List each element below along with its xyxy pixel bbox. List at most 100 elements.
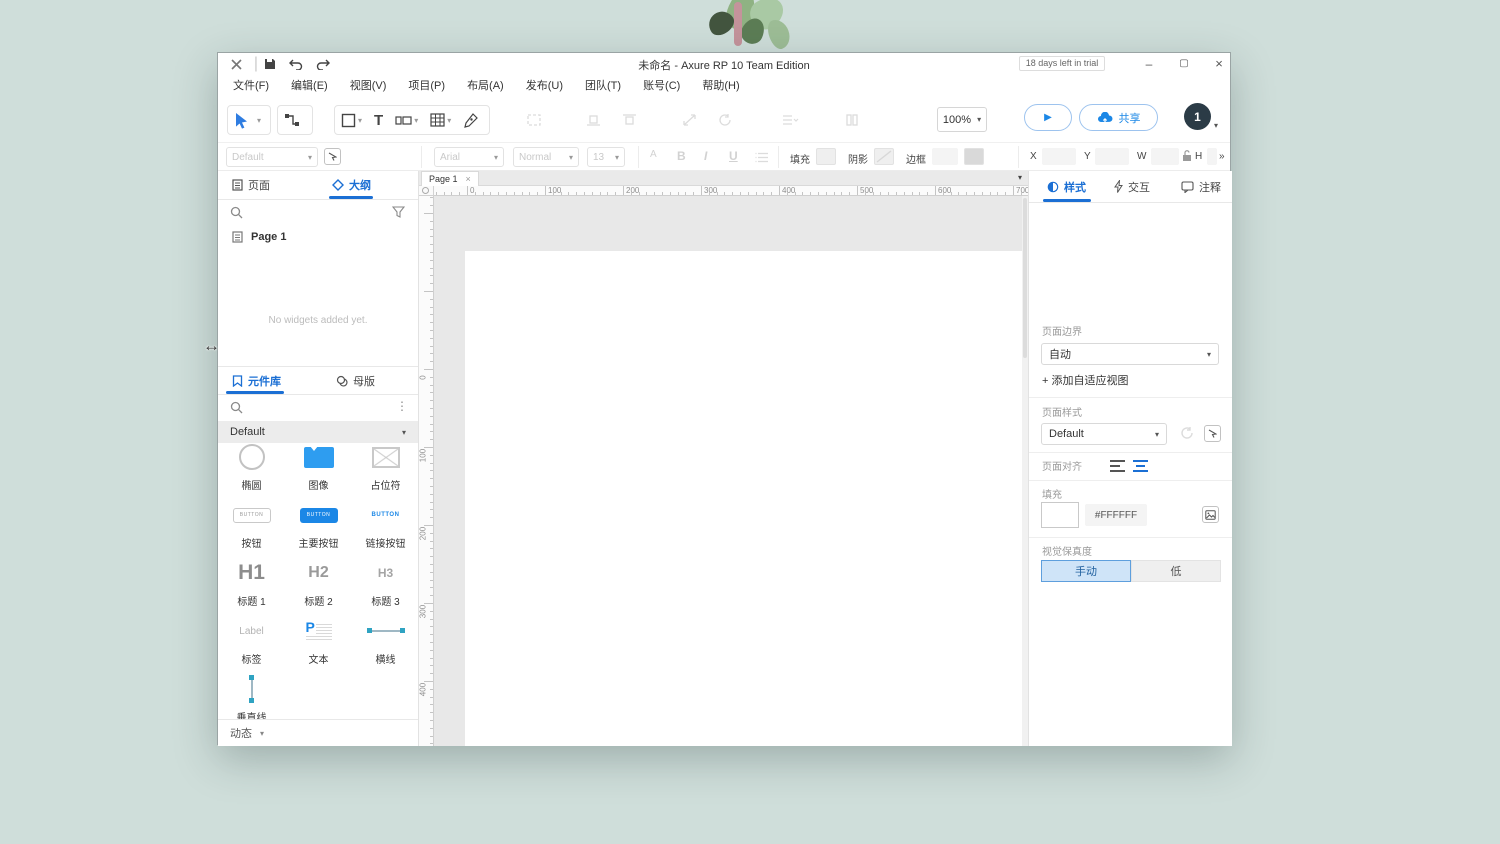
tab-interactions[interactable]: 交互 [1114, 171, 1150, 202]
text-tool[interactable]: T [368, 106, 389, 134]
filter-icon[interactable] [392, 206, 405, 218]
widget-primary-button[interactable]: BUTTON主要按钮 [285, 501, 352, 550]
tab-pages[interactable]: 页面 [232, 171, 270, 199]
menu-item-2[interactable]: 视图(V) [339, 75, 398, 97]
menu-item-7[interactable]: 账号(C) [632, 75, 691, 97]
library-select[interactable]: Default ▾ [218, 421, 418, 443]
page-size-select[interactable]: 自动 ▾ [1041, 343, 1219, 365]
shadow-swatch[interactable] [874, 148, 894, 165]
canvas-area[interactable]: Page 1 × ▾ 0100200300400500600700 010020… [419, 171, 1028, 746]
maximize-button[interactable]: ▢ [1173, 55, 1195, 73]
widget-image[interactable]: 图像 [285, 443, 352, 492]
avatar-caret-icon[interactable]: ▾ [1214, 121, 1218, 130]
h3-widget-icon: H3 [378, 559, 393, 587]
manage-page-styles-button[interactable] [1204, 425, 1221, 442]
widget-vline[interactable]: 垂直线 [218, 675, 285, 724]
widget-style-select[interactable]: Default▾ [226, 147, 318, 167]
zoom-select[interactable]: 100% ▾ [937, 107, 987, 132]
background-image-button[interactable] [1202, 506, 1219, 523]
more-icon[interactable]: ⋮ [396, 399, 408, 413]
y-field[interactable] [1095, 148, 1129, 165]
align-page-center-icon[interactable] [1133, 460, 1148, 472]
tab-list-caret-icon[interactable]: ▾ [1018, 173, 1022, 182]
tab-close-icon[interactable]: × [466, 174, 471, 184]
menu-item-8[interactable]: 帮助(H) [691, 75, 750, 97]
page-style-select[interactable]: Default ▾ [1041, 423, 1167, 445]
placeholder-tool[interactable]: ▾ [389, 106, 424, 134]
primary-button-widget-icon: BUTTON [300, 501, 338, 529]
widget-placeholder[interactable]: 占位符 [352, 443, 419, 492]
search-icon[interactable] [230, 401, 243, 414]
widget-label[interactable]: Label标签 [218, 617, 285, 666]
page-canvas[interactable] [465, 251, 1028, 746]
menu-bar: 文件(F)编辑(E)视图(V)项目(P)布局(A)发布(U)团队(T)账号(C)… [222, 75, 751, 97]
widget-link-button[interactable]: BUTTON链接按钮 [352, 501, 419, 550]
share-button[interactable]: 共享 [1079, 104, 1158, 131]
widget-h1[interactable]: H1标题 1 [218, 559, 285, 608]
pen-tool[interactable] [457, 106, 485, 134]
tab-outline[interactable]: 大纲 [332, 171, 371, 199]
group-icon [526, 113, 542, 127]
font-color-icon[interactable]: A [650, 149, 657, 160]
menu-item-3[interactable]: 项目(P) [397, 75, 456, 97]
avatar[interactable]: 1 [1184, 103, 1211, 130]
widget-paragraph[interactable]: P文本 [285, 617, 352, 666]
close-button[interactable]: × [1208, 55, 1230, 73]
menu-item-5[interactable]: 发布(U) [515, 75, 574, 97]
dynamic-section-toggle[interactable]: 动态 ▾ [218, 719, 418, 746]
title-bar: | 未命名 - Axure RP 10 Team Edition 18 days… [218, 53, 1230, 75]
menu-item-0[interactable]: 文件(F) [222, 75, 280, 97]
menu-item-4[interactable]: 布局(A) [456, 75, 515, 97]
fidelity-low-button[interactable]: 低 [1131, 560, 1221, 582]
list-button[interactable] [755, 152, 769, 163]
fill-swatch[interactable] [816, 148, 836, 165]
widget-ellipse[interactable]: 椭圆 [218, 443, 285, 492]
widget-h3[interactable]: H3标题 3 [352, 559, 419, 608]
align-page-left-icon[interactable] [1110, 460, 1125, 472]
add-adaptive-view-link[interactable]: + 添加自适应视图 [1042, 372, 1128, 388]
empty-outline-note: No widgets added yet. [218, 315, 418, 326]
page-tab[interactable]: Page 1 × [421, 171, 479, 186]
italic-button[interactable]: I [704, 149, 707, 163]
lock-icon[interactable] [1182, 150, 1192, 162]
rectangle-tool[interactable]: ▾ [335, 106, 368, 134]
select-tool[interactable]: ▾ [227, 105, 271, 135]
search-icon[interactable] [230, 206, 243, 219]
x-field[interactable] [1042, 148, 1076, 165]
tab-style[interactable]: 样式 [1047, 171, 1086, 202]
masters-icon [336, 375, 348, 387]
cloud-upload-icon [1097, 112, 1113, 124]
fidelity-manual-button[interactable]: 手动 [1041, 560, 1131, 582]
font-weight-select[interactable]: Normal▾ [513, 147, 579, 167]
connector-tool[interactable] [277, 105, 313, 135]
border-color-swatch[interactable] [964, 148, 984, 165]
font-family-select[interactable]: Arial▾ [434, 147, 504, 167]
font-size-select[interactable]: 13▾ [587, 147, 625, 167]
image-widget-icon [304, 443, 334, 471]
minimize-button[interactable]: – [1138, 55, 1160, 73]
table-tool[interactable]: ▾ [424, 106, 457, 134]
h-field[interactable] [1207, 148, 1217, 165]
manage-styles-button[interactable] [324, 148, 341, 165]
w-field[interactable] [1151, 148, 1179, 165]
tab-notes[interactable]: 注释 [1181, 171, 1221, 202]
cursor-icon [228, 106, 255, 134]
preview-button[interactable]: ▶ [1024, 104, 1072, 131]
border-width-field[interactable] [932, 148, 958, 165]
more-format-options[interactable]: » [1219, 151, 1225, 162]
transform-icon [682, 113, 697, 127]
page-fill-hex-field[interactable]: #FFFFFF [1085, 504, 1147, 526]
menu-item-1[interactable]: 编辑(E) [280, 75, 339, 97]
underline-button[interactable]: U [729, 149, 738, 163]
bold-button[interactable]: B [677, 149, 686, 163]
page-fill-swatch[interactable] [1041, 502, 1079, 528]
widget-hline[interactable]: 横线 [352, 617, 419, 666]
widget-h2[interactable]: H2标题 2 [285, 559, 352, 608]
pages-outline-tabs: 页面 大纲 [218, 171, 418, 200]
widget-button[interactable]: BUTTON按钮 [218, 501, 285, 550]
outline-page-item[interactable]: Page 1 [218, 225, 418, 249]
menu-item-6[interactable]: 团队(T) [574, 75, 632, 97]
right-panel: 样式 交互 注释 页面边界 自动 ▾ + 添加自适应视图 页面样式 Defaul… [1028, 171, 1232, 746]
button-widget-icon: BUTTON [233, 501, 271, 529]
tab-masters[interactable]: 母版 [336, 367, 375, 395]
